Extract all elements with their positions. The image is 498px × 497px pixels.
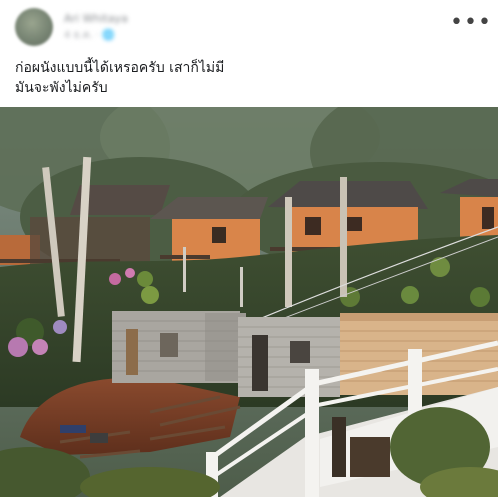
block-wall-building	[112, 311, 246, 383]
post-photo[interactable]	[0, 107, 498, 497]
construction-scene	[0, 107, 498, 497]
block-wall-middle	[238, 317, 340, 397]
caption-line-1: ก่อผนังแบบนี้ได้เหรอครับ เสาก็ไม่มี	[15, 60, 225, 76]
author-name[interactable]: Ari Whitaya	[64, 12, 128, 25]
more-options-icon[interactable]: •••	[450, 12, 491, 38]
caption-line-2: มันจะพังไม่ครับ	[15, 80, 108, 96]
post-caption: ก่อผนังแบบนี้ได้เหรอครับ เสาก็ไม่มี มันจ…	[15, 58, 485, 98]
author-avatar[interactable]	[15, 8, 53, 46]
post-meta: 4 ธ.ค. · 🌐	[64, 30, 115, 41]
post-header: Ari Whitaya 4 ธ.ค. · 🌐 •••	[0, 0, 498, 56]
